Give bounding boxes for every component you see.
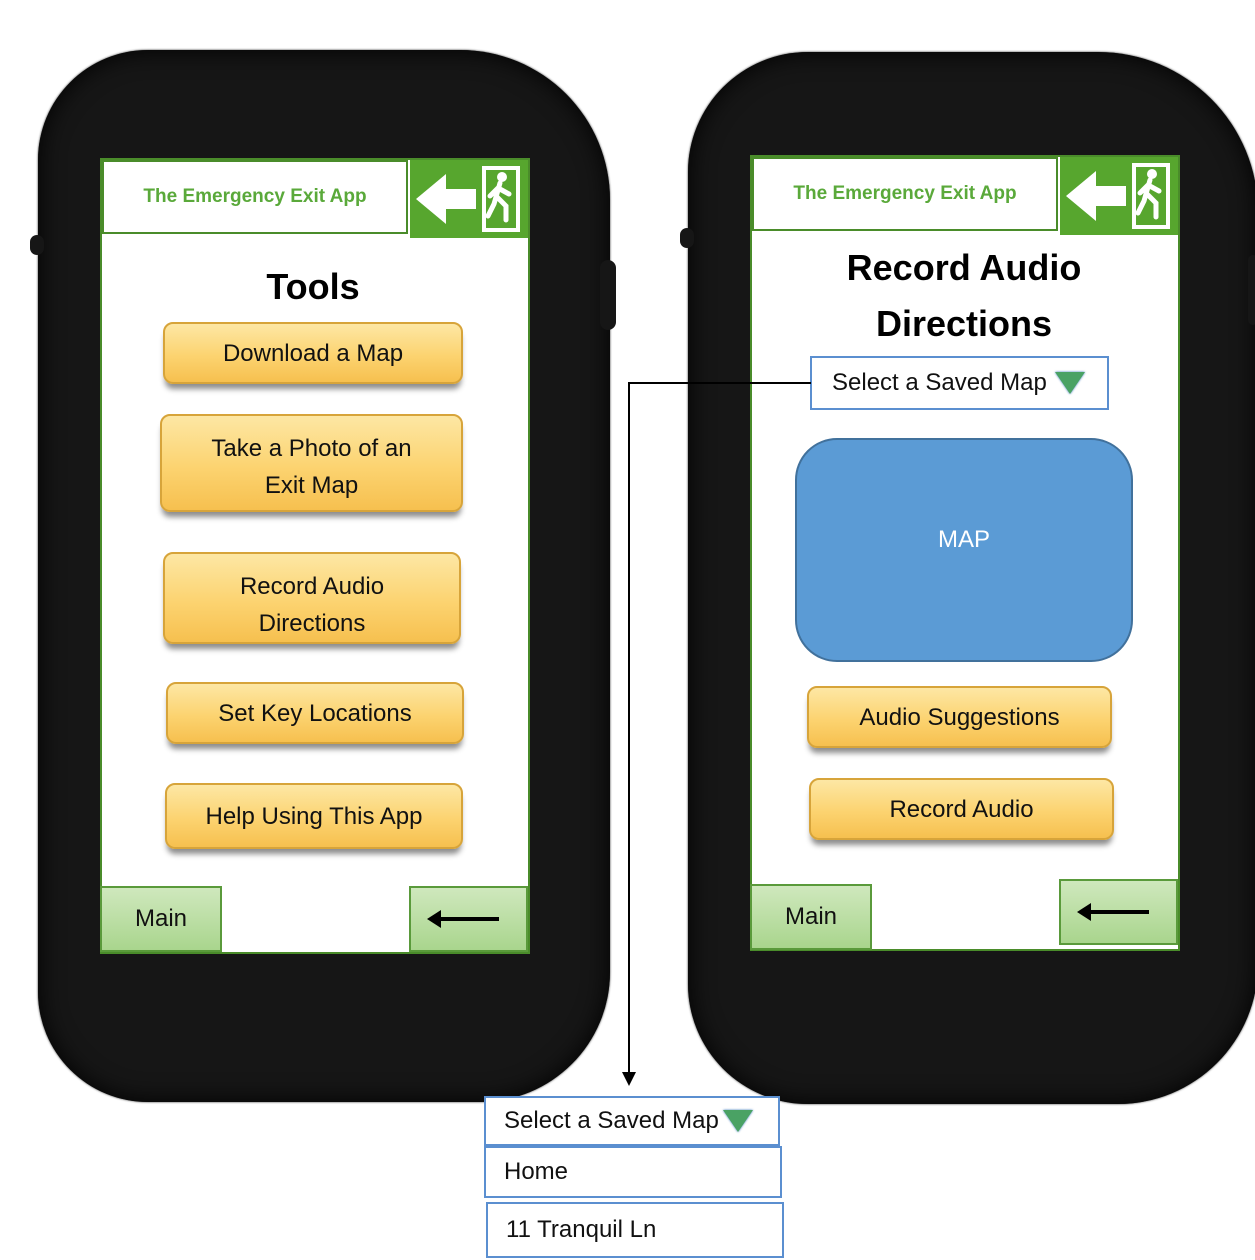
record-audio-directions-button[interactable]: Record Audio Directions	[163, 552, 461, 644]
dropdown-option-label: Home	[504, 1158, 569, 1185]
set-key-locations-button[interactable]: Set Key Locations	[166, 682, 464, 744]
select-label: Select a Saved Map	[504, 1107, 719, 1134]
phone-side-button	[680, 228, 694, 248]
exit-sign-icon	[410, 160, 528, 238]
dropdown-option-label: 11 Tranquil Ln	[506, 1216, 657, 1243]
button-label: Record Audio	[889, 795, 1034, 823]
main-nav-button[interactable]: Main	[100, 886, 222, 952]
button-label-line: Exit Map	[264, 472, 359, 499]
main-nav-label: Main	[134, 905, 188, 932]
map-preview: MAP	[795, 438, 1133, 662]
button-label-line: Record Audio	[239, 573, 385, 600]
button-label: Download a Map	[222, 339, 404, 367]
phone-side-button	[1248, 255, 1255, 325]
back-button[interactable]	[1059, 879, 1178, 945]
page-title: Tools	[266, 266, 360, 307]
button-label-line: Directions	[258, 610, 366, 637]
button-label: Audio Suggestions	[859, 703, 1060, 731]
app-header-title: The Emergency Exit App	[752, 157, 1058, 231]
back-arrow-icon	[426, 910, 499, 928]
connector-line	[628, 382, 630, 678]
back-button[interactable]	[409, 886, 528, 952]
phone-side-button	[30, 235, 44, 255]
saved-map-select[interactable]: Select a Saved Map	[810, 356, 1109, 410]
button-label: Help Using This App	[205, 802, 423, 830]
button-label-line: Take a Photo of an	[211, 435, 412, 462]
app-header-title: The Emergency Exit App	[102, 160, 408, 234]
map-label: MAP	[937, 526, 990, 553]
page-title-line: Record Audio	[846, 247, 1082, 288]
expanded-select-header[interactable]: Select a Saved Map	[484, 1096, 780, 1146]
back-arrow-icon	[1076, 903, 1149, 921]
main-nav-button[interactable]: Main	[750, 884, 872, 950]
page-title-line: Directions	[875, 303, 1053, 344]
dropdown-triangle-icon	[722, 1110, 753, 1132]
download-map-button[interactable]: Download a Map	[163, 322, 463, 384]
connector-line	[628, 678, 630, 1082]
dropdown-option-address[interactable]: 11 Tranquil Ln	[486, 1202, 784, 1258]
dropdown-option-home[interactable]: Home	[484, 1146, 782, 1198]
dropdown-triangle-icon	[1054, 372, 1085, 394]
help-button[interactable]: Help Using This App	[165, 783, 463, 849]
audio-suggestions-button[interactable]: Audio Suggestions	[807, 686, 1112, 748]
exit-sign-icon	[1060, 157, 1178, 235]
connector-line	[628, 382, 811, 384]
button-label: Set Key Locations	[218, 699, 412, 727]
phone-side-button	[600, 260, 616, 330]
main-nav-label: Main	[784, 903, 838, 930]
select-label: Select a Saved Map	[832, 369, 1047, 396]
connector-arrowhead-icon	[622, 1072, 636, 1086]
record-audio-button[interactable]: Record Audio	[809, 778, 1114, 840]
take-photo-button[interactable]: Take a Photo of an Exit Map	[160, 414, 463, 512]
page-title: Record Audio Directions	[750, 240, 1178, 352]
